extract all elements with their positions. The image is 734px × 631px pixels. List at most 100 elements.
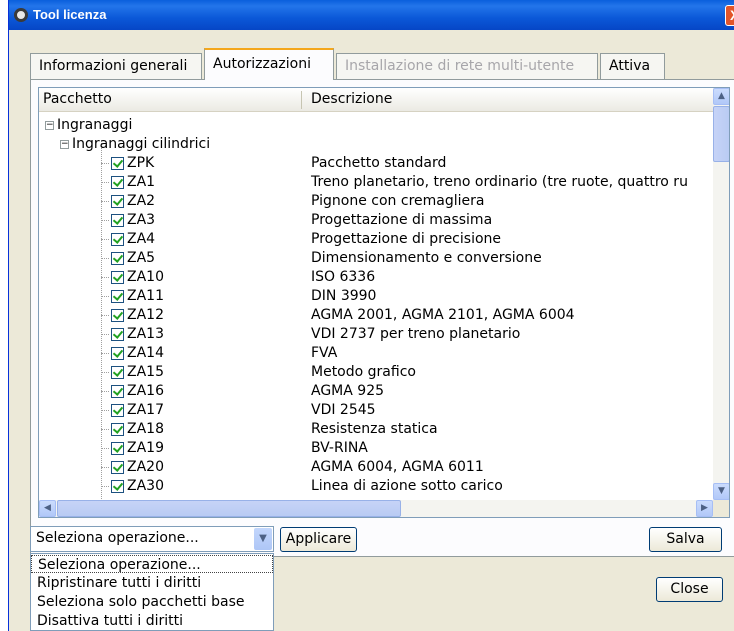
package-code: ZA30 xyxy=(127,478,164,494)
package-code: ZA10 xyxy=(127,269,164,285)
operation-select-value: Seleziona operazione... xyxy=(36,530,199,546)
package-description: DIN 3990 xyxy=(311,288,377,304)
package-code: ZA5 xyxy=(127,250,156,266)
package-code: ZA15 xyxy=(127,364,164,380)
table-row[interactable]: ZA4 Progettazione di precisione xyxy=(39,230,713,249)
package-description: AGMA 925 xyxy=(311,383,385,399)
package-checkbox[interactable] xyxy=(111,176,124,189)
package-checkbox[interactable] xyxy=(111,461,124,474)
table-row[interactable]: ZA15 Metodo grafico xyxy=(39,363,713,382)
scroll-down-icon[interactable]: ▼ xyxy=(713,483,729,500)
package-checkbox[interactable] xyxy=(111,252,124,265)
dropdown-option[interactable]: Seleziona operazione... xyxy=(31,555,273,573)
horizontal-scroll-thumb[interactable] xyxy=(57,500,401,517)
package-description: Progettazione di precisione xyxy=(311,231,502,247)
app-icon xyxy=(14,8,28,22)
vertical-scroll-thumb[interactable] xyxy=(713,106,729,162)
window-title: Tool licenza xyxy=(33,7,107,22)
package-checkbox[interactable] xyxy=(111,442,124,455)
package-description: Pignone con cremagliera xyxy=(311,193,485,209)
table-row[interactable]: ZA3 Progettazione di massima xyxy=(39,211,713,230)
tab-attiva[interactable]: Attiva xyxy=(600,53,665,79)
package-checkbox[interactable] xyxy=(111,347,124,360)
tree-node-ingranaggi-cilindrici[interactable]: − Ingranaggi cilindrici xyxy=(39,135,713,154)
package-description: Linea di azione sotto carico xyxy=(311,478,503,494)
package-checkbox[interactable] xyxy=(111,404,124,417)
horizontal-scrollbar[interactable]: ◀ ▶ xyxy=(39,500,713,517)
vertical-scrollbar[interactable]: ▲ ▼ xyxy=(713,88,729,500)
operation-select[interactable]: Seleziona operazione... ▼ xyxy=(30,526,274,552)
tree-node-label: Ingranaggi cilindrici xyxy=(72,136,211,152)
packages-tree-grid: Pacchetto Descrizione − Ingranaggi − Ing… xyxy=(38,87,730,518)
package-checkbox[interactable] xyxy=(111,233,124,246)
table-row[interactable]: ZA18 Resistenza statica xyxy=(39,420,713,439)
table-row[interactable]: ZA2 Pignone con cremagliera xyxy=(39,192,713,211)
dropdown-option[interactable]: Ripristinare tutti i diritti xyxy=(31,574,273,592)
package-checkbox[interactable] xyxy=(111,423,124,436)
chevron-down-icon[interactable]: ▼ xyxy=(254,528,272,550)
table-row[interactable]: ZA16 AGMA 925 xyxy=(39,382,713,401)
package-code: ZA20 xyxy=(127,459,164,475)
package-checkbox[interactable] xyxy=(111,290,124,303)
tab-informazioni-generali[interactable]: Informazioni generali xyxy=(30,53,202,79)
table-row[interactable]: ZA5 Dimensionamento e conversione xyxy=(39,249,713,268)
package-code: ZA16 xyxy=(127,383,164,399)
package-code: ZA11 xyxy=(127,288,164,304)
package-description: VDI 2737 per treno planetario xyxy=(311,326,521,342)
table-row[interactable]: ZA14 FVA xyxy=(39,344,713,363)
package-code: ZA19 xyxy=(127,440,164,456)
scroll-up-icon[interactable]: ▲ xyxy=(713,88,729,105)
apply-button[interactable]: Applicare xyxy=(280,527,357,552)
table-row[interactable]: ZA17 VDI 2545 xyxy=(39,401,713,420)
table-row[interactable]: ZA20 AGMA 6004, AGMA 6011 xyxy=(39,458,713,477)
column-separator[interactable] xyxy=(301,91,302,109)
scrollbar-corner xyxy=(713,500,729,517)
package-code: ZA13 xyxy=(127,326,164,342)
table-row[interactable]: ZA11 DIN 3990 xyxy=(39,287,713,306)
table-row[interactable]: ZPK Pacchetto standard xyxy=(39,154,713,173)
package-code: ZA2 xyxy=(127,193,156,209)
package-code: ZA18 xyxy=(127,421,164,437)
package-checkbox[interactable] xyxy=(111,271,124,284)
dropdown-option[interactable]: Seleziona solo pacchetti base xyxy=(31,593,273,611)
close-button[interactable]: Close xyxy=(656,577,723,602)
save-button[interactable]: Salva xyxy=(649,527,722,552)
package-description: VDI 2545 xyxy=(311,402,376,418)
package-checkbox[interactable] xyxy=(111,195,124,208)
package-description: FVA xyxy=(311,345,338,361)
license-tool-window: Tool licenza X Informazioni generali Aut… xyxy=(8,0,734,631)
package-code: ZPK xyxy=(127,155,155,171)
table-row[interactable]: ZA1 Treno planetario, treno ordinario (tr… xyxy=(39,173,713,192)
operation-dropdown-list: Seleziona operazione... Ripristinare tut… xyxy=(30,553,274,631)
package-checkbox[interactable] xyxy=(111,480,124,493)
package-description: Metodo grafico xyxy=(311,364,416,380)
table-row[interactable]: ZA19 BV-RINA xyxy=(39,439,713,458)
package-checkbox[interactable] xyxy=(111,309,124,322)
column-header-descrizione[interactable]: Descrizione xyxy=(311,91,392,107)
title-bar[interactable]: Tool licenza X xyxy=(9,0,734,30)
package-description: BV-RINA xyxy=(311,440,368,456)
dropdown-option[interactable]: Disattiva tutti i diritti xyxy=(31,612,273,630)
package-description: AGMA 6004, AGMA 6011 xyxy=(311,459,484,475)
table-row[interactable]: ZA13 VDI 2737 per treno planetario xyxy=(39,325,713,344)
package-checkbox[interactable] xyxy=(111,157,124,170)
tab-autorizzazioni[interactable]: Autorizzazioni xyxy=(204,48,334,80)
package-checkbox[interactable] xyxy=(111,385,124,398)
package-code: ZA1 xyxy=(127,174,156,190)
tree-node-label: Ingranaggi xyxy=(57,117,133,133)
tree-node-ingranaggi[interactable]: − Ingranaggi xyxy=(39,116,713,135)
package-description: ISO 6336 xyxy=(311,269,376,285)
package-checkbox[interactable] xyxy=(111,214,124,227)
collapse-icon[interactable]: − xyxy=(45,121,54,130)
scroll-left-icon[interactable]: ◀ xyxy=(39,500,56,517)
close-window-icon[interactable]: X xyxy=(725,5,734,26)
package-checkbox[interactable] xyxy=(111,366,124,379)
package-checkbox[interactable] xyxy=(111,328,124,341)
column-header-pacchetto[interactable]: Pacchetto xyxy=(43,91,112,107)
table-row[interactable]: ZA30 Linea di azione sotto carico xyxy=(39,477,713,496)
table-row[interactable]: ZA12 AGMA 2001, AGMA 2101, AGMA 6004 xyxy=(39,306,713,325)
collapse-icon[interactable]: − xyxy=(60,140,69,149)
table-row[interactable]: ZA10 ISO 6336 xyxy=(39,268,713,287)
package-code: ZA3 xyxy=(127,212,156,228)
scroll-right-icon[interactable]: ▶ xyxy=(696,500,713,517)
